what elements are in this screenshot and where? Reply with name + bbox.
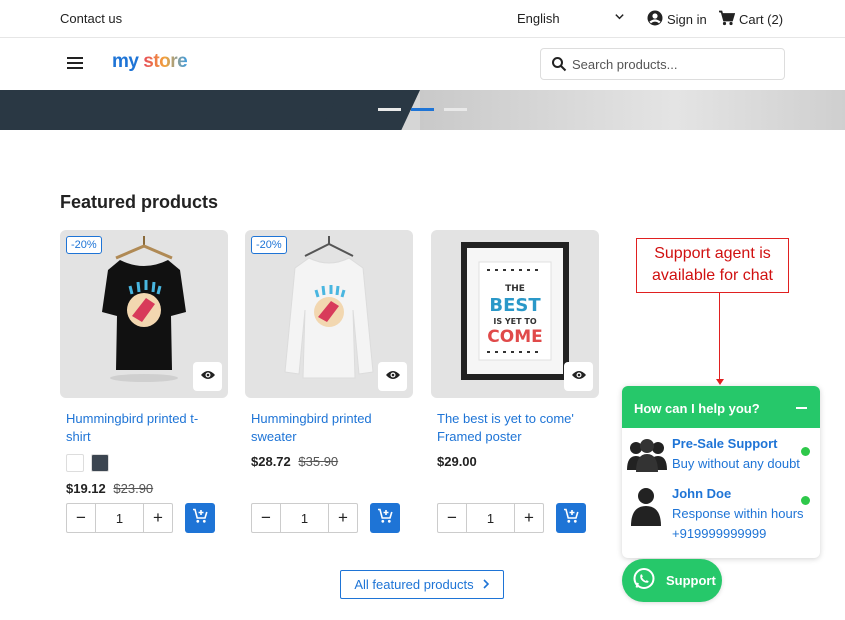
decrement-button[interactable]: − [438,504,466,532]
old-price: $23.90 [113,481,154,496]
whatsapp-support-button[interactable]: Support [622,559,722,602]
quick-view-button[interactable] [564,362,593,391]
search-icon [551,56,567,77]
search-input[interactable] [572,55,772,73]
person-avatar-icon [628,486,664,531]
color-swatch-dark[interactable] [91,454,109,472]
hero-carousel [0,90,845,130]
online-status-dot [801,496,810,505]
carousel-dot[interactable] [444,108,467,111]
product-image[interactable]: THE BEST IS YET TO COME [431,230,599,398]
top-bar: Contact us English Sign in Cart (2) [0,0,845,38]
language-select[interactable]: English [517,11,625,26]
cart-icon [718,10,736,29]
annotation-callout: Support agent is available for chat [636,238,789,293]
eye-icon [200,368,216,386]
all-featured-products-button[interactable]: All featured products [340,570,504,599]
current-price: $29.00 [437,454,477,469]
add-to-cart-row: − 1 + [251,503,400,533]
product-image[interactable]: -20% [60,230,228,398]
contact-us-link[interactable]: Contact us [60,11,122,26]
decrement-button[interactable]: − [67,504,95,532]
color-swatches [66,454,228,472]
eye-icon [385,368,401,386]
product-card: -20% Hummingbird printed sweater $28.72 … [245,230,413,533]
poster-text: COME [487,327,542,347]
color-swatch-white[interactable] [66,454,84,472]
chevron-down-icon [614,11,625,25]
chevron-right-icon [482,577,490,592]
price-row: $29.00 [437,454,599,469]
agent-name: John Doe [672,486,732,501]
poster-text: THE [505,284,525,294]
quantity-input[interactable]: 1 [466,504,515,532]
poster-text: BEST [489,295,541,316]
main-header: my store [0,38,845,90]
product-card: THE BEST IS YET TO COME The best is yet … [431,230,599,533]
agent-status: Response within hours [672,506,804,521]
product-name-link[interactable]: Hummingbird printed t-shirt [66,410,222,446]
quantity-stepper: − 1 + [251,503,358,533]
support-label: Support [666,573,716,588]
increment-button[interactable]: + [515,504,543,532]
discount-badge: -20% [251,236,287,254]
discount-badge: -20% [66,236,102,254]
product-name-link[interactable]: Hummingbird printed sweater [251,410,407,446]
quick-view-button[interactable] [193,362,222,391]
add-cart-icon [563,508,579,529]
account-icon [647,10,663,29]
poster-text: IS YET TO [493,317,536,326]
increment-button[interactable]: + [329,504,357,532]
sign-in-label: Sign in [667,12,707,27]
add-to-cart-button[interactable] [556,503,586,533]
store-logo[interactable]: my store [112,51,188,73]
section-title: Featured products [60,192,219,212]
product-card: -20% Hummingbird printed t-shirt $19.12 … [60,230,228,533]
online-status-dot [801,447,810,456]
menu-icon[interactable] [67,57,83,70]
carousel-indicators [378,108,467,111]
cart-label: Cart (2) [739,12,784,27]
chat-header-title: How can I help you? [634,401,760,416]
carousel-dot-active[interactable] [411,108,434,111]
quantity-input[interactable]: 1 [95,504,144,532]
agent-name: Pre-Sale Support [672,436,778,451]
chat-widget: How can I help you? Pre-Sale Support Buy… [622,386,820,558]
search-box [540,48,785,80]
minimize-icon[interactable] [796,407,807,409]
old-price: $35.90 [298,454,339,469]
carousel-dot[interactable] [378,108,401,111]
sign-in-link[interactable]: Sign in [647,10,707,29]
quantity-stepper: − 1 + [66,503,173,533]
product-image[interactable]: -20% [245,230,413,398]
agent-status: Buy without any doubt [672,456,800,471]
agent-phone: +919999999999 [672,526,767,541]
price-row: $28.72 $35.90 [251,454,413,469]
annotation-arrow-head [716,379,724,385]
quantity-stepper: − 1 + [437,503,544,533]
whatsapp-icon [632,567,656,594]
language-value: English [517,11,560,26]
eye-icon [571,368,587,386]
price-row: $19.12 $23.90 [66,481,228,496]
chat-header: How can I help you? [622,386,820,428]
add-to-cart-row: − 1 + [437,503,586,533]
add-to-cart-button[interactable] [370,503,400,533]
add-cart-icon [192,508,208,529]
all-featured-products-label: All featured products [354,577,474,592]
decrement-button[interactable]: − [252,504,280,532]
current-price: $19.12 [66,481,106,496]
current-price: $28.72 [251,454,291,469]
cart-link[interactable]: Cart (2) [718,10,783,29]
increment-button[interactable]: + [144,504,172,532]
add-cart-icon [377,508,393,529]
group-avatar-icon [626,436,668,477]
product-name-link[interactable]: The best is yet to come' Framed poster [437,410,593,446]
quantity-input[interactable]: 1 [280,504,329,532]
quick-view-button[interactable] [378,362,407,391]
add-to-cart-row: − 1 + [66,503,215,533]
add-to-cart-button[interactable] [185,503,215,533]
annotation-arrow-line [719,293,720,381]
